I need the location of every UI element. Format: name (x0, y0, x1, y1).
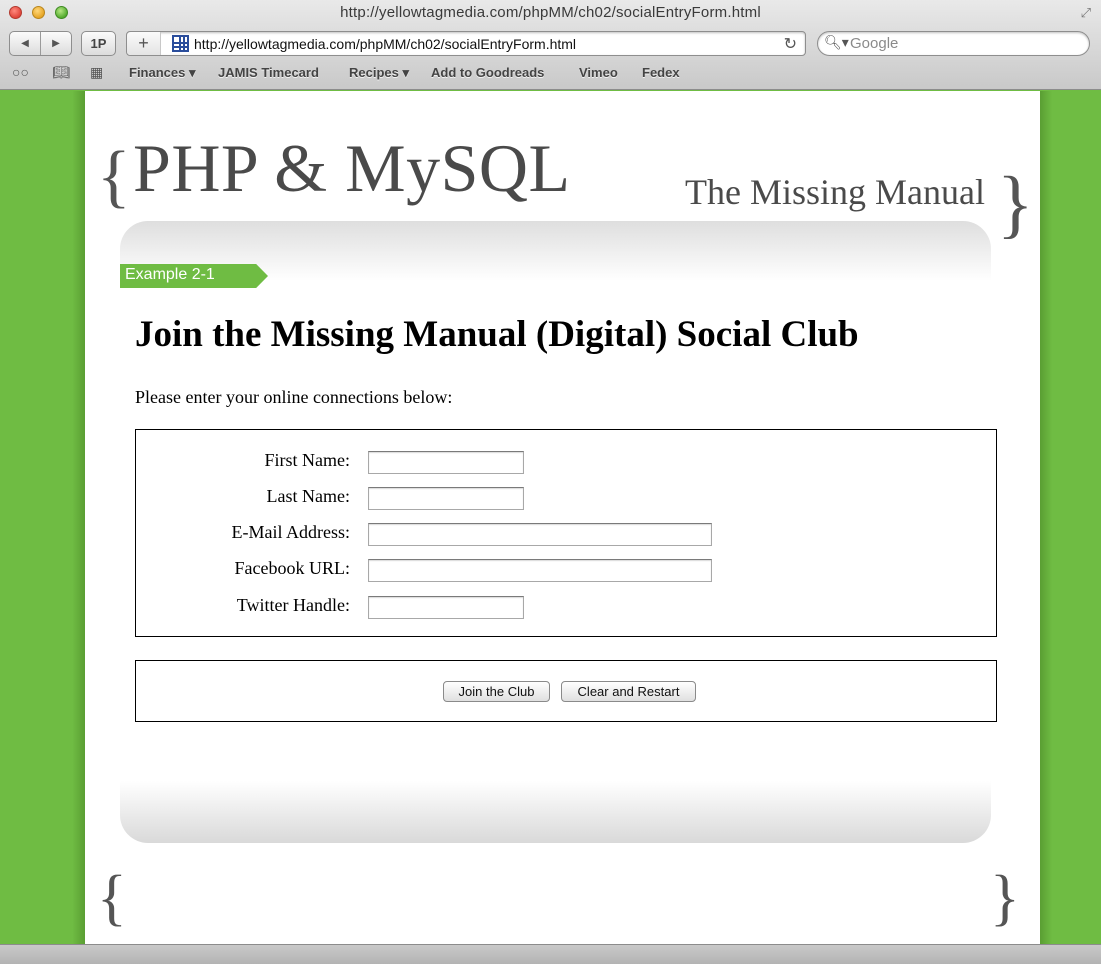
web-page: { PHP & MySQL The Missing Manual } Examp… (85, 91, 1040, 944)
search-input[interactable] (850, 34, 1080, 53)
bookmark-add-to-goodreads[interactable]: Add to Goodreads (431, 65, 544, 80)
top-sites-grid-icon[interactable]: ▦ (90, 64, 103, 81)
reload-icon[interactable]: ↻ (784, 34, 797, 54)
bookmarks-book-icon[interactable]: 📖︎ (52, 64, 70, 81)
page-background-right (1040, 91, 1101, 944)
bookmarks-bar: ○○ 📖︎ ▦ Finances ▾ JAMIS Timecard Recipe… (0, 64, 1101, 84)
header-brace-close: } (997, 162, 1034, 246)
window-title: http://yellowtagmedia.com/phpMM/ch02/soc… (340, 4, 761, 21)
new-tab-button[interactable]: + (127, 32, 161, 55)
header-brace-open: { (97, 138, 131, 215)
back-forward-buttons: ◀ ▶ (9, 31, 72, 56)
intro-text: Please enter your online connections bel… (135, 387, 453, 407)
search-icon[interactable]: 🔍︎▾ (824, 34, 849, 51)
bookmark-recipes[interactable]: Recipes ▾ (349, 65, 409, 81)
footer-brace-close: } (990, 864, 1020, 932)
address-bar[interactable]: + http://yellowtagmedia.com/phpMM/ch02/s… (126, 31, 806, 56)
site-title: PHP & MySQL (133, 130, 571, 206)
browser-chrome: http://yellowtagmedia.com/phpMM/ch02/soc… (0, 0, 1101, 90)
twitter-handle-input[interactable] (368, 596, 524, 619)
clear-restart-button[interactable]: Clear and Restart (561, 681, 696, 702)
onepassword-button[interactable]: 1P (81, 31, 116, 56)
status-bar (0, 944, 1101, 964)
page-background-left (0, 91, 85, 944)
reading-list-icon[interactable]: ○○ (12, 64, 29, 80)
search-box[interactable]: 🔍︎▾ (817, 31, 1090, 56)
bookmark-fedex[interactable]: Fedex (642, 65, 680, 80)
email-input[interactable] (368, 523, 712, 546)
join-club-button[interactable]: Join the Club (443, 681, 550, 702)
last-name-row: Last Name: (136, 486, 996, 510)
forward-arrow-icon[interactable]: ▶ (41, 38, 71, 49)
example-tag: Example 2-1 (120, 264, 268, 288)
twitter-row: Twitter Handle: (136, 595, 996, 619)
twitter-handle-label: Twitter Handle: (236, 595, 350, 615)
site-favicon-icon (172, 35, 189, 52)
url-text[interactable]: http://yellowtagmedia.com/phpMM/ch02/soc… (194, 36, 576, 52)
bookmark-finances[interactable]: Finances ▾ (129, 65, 196, 81)
facebook-row: Facebook URL: (136, 558, 996, 582)
first-name-row: First Name: (136, 450, 996, 474)
bookmark-jamis-timecard[interactable]: JAMIS Timecard (218, 65, 319, 80)
fullscreen-icon[interactable]: ⤢ (1081, 5, 1091, 21)
footer-brace-open: { (97, 864, 127, 932)
first-name-label: First Name: (264, 450, 351, 470)
connections-fieldset: First Name: Last Name: E-Mail Address: F… (135, 429, 997, 637)
form-buttons-fieldset: Join the Club Clear and Restart (135, 660, 997, 722)
back-arrow-icon[interactable]: ◀ (10, 38, 40, 49)
email-label: E-Mail Address: (231, 522, 351, 542)
bookmark-vimeo[interactable]: Vimeo (579, 65, 618, 80)
page-heading: Join the Missing Manual (Digital) Social… (135, 314, 859, 355)
facebook-url-label: Facebook URL: (234, 558, 350, 578)
site-subtitle: The Missing Manual (685, 172, 985, 212)
first-name-input[interactable] (368, 451, 524, 474)
email-row: E-Mail Address: (136, 522, 996, 546)
facebook-url-input[interactable] (368, 559, 712, 582)
last-name-label: Last Name: (266, 486, 350, 506)
last-name-input[interactable] (368, 487, 524, 510)
